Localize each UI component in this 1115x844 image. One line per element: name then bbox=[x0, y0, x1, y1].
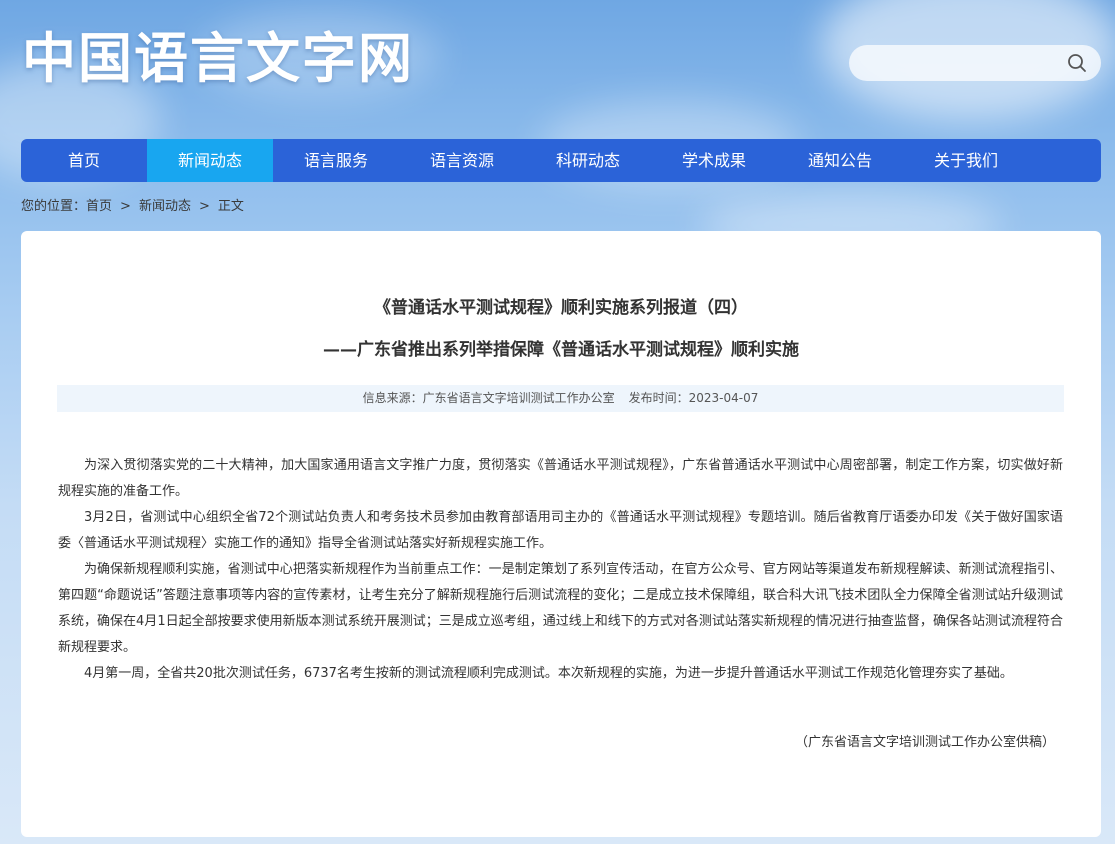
search-box[interactable] bbox=[849, 45, 1101, 81]
nav-about-us[interactable]: 关于我们 bbox=[903, 139, 1029, 182]
nav-home[interactable]: 首页 bbox=[21, 139, 147, 182]
date-label: 发布时间： bbox=[628, 391, 689, 405]
breadcrumb-current: 正文 bbox=[217, 199, 244, 214]
article-body: 为深入贯彻落实党的二十大精神，加大国家通用语言文字推广力度，贯彻落实《普通话水平… bbox=[58, 453, 1063, 687]
breadcrumb-news[interactable]: 新闻动态 bbox=[139, 199, 191, 214]
breadcrumb-separator: > bbox=[198, 199, 210, 214]
breadcrumb-prefix: 您的位置： bbox=[21, 199, 87, 214]
article-paragraph: 4月第一周，全省共20批次测试任务，6737名考生按新的测试流程顺利完成测试。本… bbox=[84, 666, 1013, 681]
nav-news[interactable]: 新闻动态 bbox=[147, 139, 273, 182]
source-value: 广东省语言文字培训测试工作办公室 bbox=[422, 391, 615, 405]
article-paragraph: 3月2日，省测试中心组织全省72个测试站负责人和考务技术员参加由教育部语用司主办… bbox=[58, 510, 1063, 551]
search-input[interactable] bbox=[865, 51, 1059, 77]
article-paragraph: 为深入贯彻落实党的二十大精神，加大国家通用语言文字推广力度，贯彻落实《普通话水平… bbox=[58, 458, 1063, 499]
breadcrumb-home[interactable]: 首页 bbox=[86, 199, 112, 214]
breadcrumb-separator: > bbox=[120, 199, 131, 214]
nav-research-news[interactable]: 科研动态 bbox=[525, 139, 651, 182]
nav-language-resources[interactable]: 语言资源 bbox=[399, 139, 525, 182]
nav-language-services[interactable]: 语言服务 bbox=[273, 139, 399, 182]
article-signature: （广东省语言文字培训测试工作办公室供稿） bbox=[794, 735, 1055, 750]
breadcrumb: 您的位置：首页 > 新闻动态 > 正文 bbox=[21, 198, 244, 216]
search-icon[interactable] bbox=[1067, 53, 1087, 73]
date-value: 2023-04-07 bbox=[688, 391, 759, 405]
article-meta: 信息来源：广东省语言文字培训测试工作办公室 发布时间：2023-04-07 bbox=[57, 385, 1064, 412]
nav-announcements[interactable]: 通知公告 bbox=[777, 139, 903, 182]
article-subtitle: ——广东省推出系列举措保障《普通话水平测试规程》顺利实施 bbox=[323, 340, 799, 360]
nav-academic-results[interactable]: 学术成果 bbox=[651, 139, 777, 182]
article-card: 《普通话水平测试规程》顺利实施系列报道（四） ——广东省推出系列举措保障《普通话… bbox=[21, 231, 1101, 837]
source-label: 信息来源： bbox=[362, 391, 423, 405]
main-nav: 首页 新闻动态 语言服务 语言资源 科研动态 学术成果 通知公告 关于我们 bbox=[21, 139, 1101, 182]
site-logo[interactable]: 中国语言文字网 bbox=[22, 28, 414, 88]
article-paragraph: 为确保新规程顺利实施，省测试中心把落实新规程作为当前重点工作：一是制定策划了系列… bbox=[58, 562, 1063, 655]
article-title: 《普通话水平测试规程》顺利实施系列报道（四） bbox=[374, 298, 748, 318]
